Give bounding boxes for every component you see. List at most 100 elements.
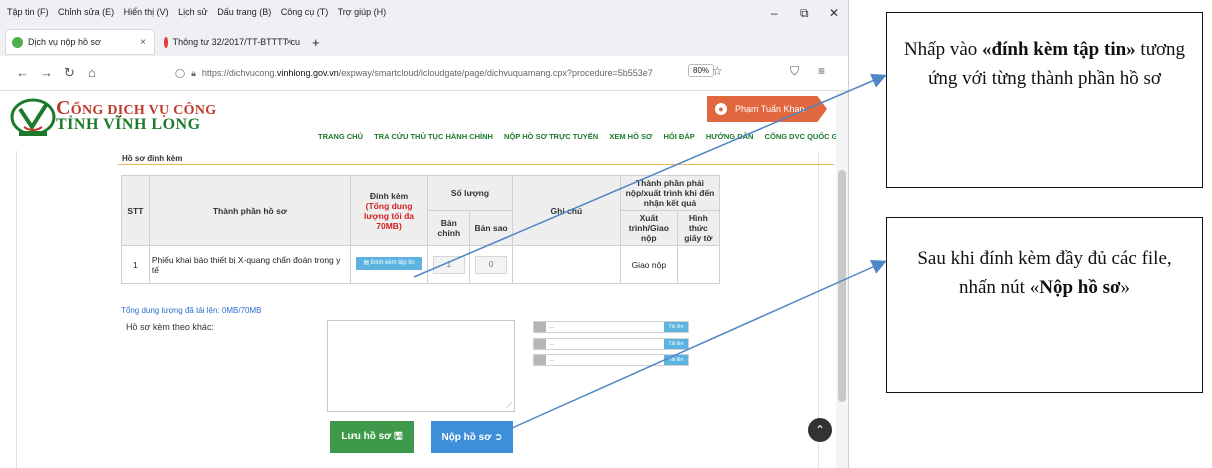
callout-text: Nhấp vào [903,39,983,60]
file-name-input[interactable]: ... [549,355,555,365]
col-attach-note: (Tổng dung lượng tối đa 70MB) [364,200,415,231]
nav-home[interactable]: TRANG CHỦ [318,132,363,141]
row-attach-cell: ▤ Đính kèm tệp tin [349,245,429,284]
zoom-level[interactable]: 80% [688,64,715,77]
tab-label: Thông tư 32/2017/TT-BTTTT cu [172,37,300,47]
attach-file-label: Đính kèm tệp tin [370,260,415,266]
upload-button[interactable]: Tải lên [664,355,688,365]
col-copy: Bản sao [469,210,513,246]
back-icon[interactable]: ← [16,65,29,80]
upload-button[interactable]: Tải lên [664,339,688,349]
url-path: /expway/smartcloud/icloudgate/page/dichv… [338,68,653,78]
menu-file[interactable]: Tập tin (F) [7,7,49,17]
row-present: Giao nộp [619,245,678,284]
row-component: Phiếu khai báo thiết bị X-quang chẩn đoá… [148,245,351,284]
tab-bar: Dịch vụ nộp hồ sơ × Thông tư 32/2017/TT-… [0,26,848,56]
close-window-icon[interactable]: ✕ [829,6,839,20]
tab-label: Dịch vụ nộp hồ sơ [28,37,101,47]
hamburger-menu-icon[interactable]: ≡ [818,64,825,78]
attachments-table: STT Thành phần hồ sơ Đính kèm (Tổng dung… [121,175,721,284]
row-note [511,245,621,284]
table-row: 1 Phiếu khai báo thiết bị X-quang chẩn đ… [121,245,721,284]
menu-help[interactable]: Trợ giúp (H) [338,7,387,17]
user-icon: ● [715,103,727,115]
nav-lookup[interactable]: TRA CỨU THỦ TỤC HÀNH CHÍNH [374,132,493,141]
tab-close-icon[interactable]: × [286,37,292,48]
url-domain: vinhlong.gov.vn [276,68,339,78]
user-name: Phạm Tuấn Khan [735,104,805,114]
row-copy-cell: 0 [469,245,513,284]
menu-edit[interactable]: Chỉnh sửa (E) [58,7,114,17]
nav-submit-online[interactable]: NỘP HỒ SƠ TRỰC TUYẾN [504,132,598,141]
url-prefix: https://dichvucong. [201,68,277,78]
nav-guide[interactable]: HƯỚNG DẪN [706,132,754,141]
callout-submit-instruction: Sau khi đính kèm đầy đủ các file, nhấn n… [886,217,1203,393]
new-tab-button[interactable]: + [306,30,326,54]
site-favicon-icon [12,36,23,48]
row-stt: 1 [121,245,150,284]
site-header: CỔNG DỊCH VỤ CÔNG TỈNH VĨNH LONG ● Phạm … [0,91,848,151]
row-form [676,245,721,284]
nav-bar: ← → ↻ ⌂ ◯ 🔒︎ https://dichvucong. vinhlong… [0,56,848,91]
menu-bar: Tập tin (F) Chỉnh sửa (E) Hiển thị (V) L… [0,0,848,26]
col-stt: STT [121,175,150,246]
attach-file-button[interactable]: ▤ Đính kèm tệp tin [356,257,423,270]
extra-file-row: ... Tải lên [533,338,689,350]
nav-national-portal[interactable]: CỔNG DVC QUỐC GIA [765,132,845,141]
browser-window: Tập tin (F) Chỉnh sửa (E) Hiển thị (V) L… [0,0,849,468]
other-docs-textarea[interactable]: ⟋ [327,320,515,412]
resize-handle-icon[interactable]: ⟋ [506,401,512,411]
original-quantity-input[interactable]: 1 [432,255,465,274]
tab-dich-vu[interactable]: Dịch vụ nộp hồ sơ × [6,30,154,54]
vinhlong-logo-icon[interactable] [10,97,56,137]
extra-file-row: ... Tải lên [533,321,689,333]
section-title: Hồ sơ đính kèm [122,154,183,163]
col-attach: Đính kèm (Tổng dung lượng tối đa 70MB) [349,175,429,246]
user-menu[interactable]: ● Phạm Tuấn Khan [707,96,827,122]
col-component: Thành phần hồ sơ [148,175,351,246]
callout-bold-text: Nộp hồ sơ [1039,277,1121,298]
menu-bookmarks[interactable]: Dấu trang (B) [217,7,271,17]
content-divider [16,151,17,468]
file-name-input[interactable]: ... [549,322,555,332]
file-name-input[interactable]: ... [549,339,555,349]
col-original: Bản chính [427,210,471,246]
nav-faq[interactable]: HỎI ĐÁP [663,132,694,141]
lock-icon: 🔒︎ [191,67,196,78]
col-present: Xuất trình/Giao nộp [619,210,678,246]
reload-icon[interactable]: ↻ [64,65,75,81]
extra-file-row: ... Tải lên [533,354,689,366]
col-note: Ghi chú [511,175,621,246]
file-icon [534,339,546,349]
pocket-icon[interactable]: ⛉ [790,64,799,79]
forward-icon[interactable]: → [40,65,53,80]
save-record-button[interactable]: Lưu hồ sơ 🖫 [330,421,414,453]
row-original-cell: 1 [427,245,471,284]
tab-thong-tu[interactable]: Thông tư 32/2017/TT-BTTTT cu × [158,30,300,54]
callout-bold-text: «đính kèm tập tin» [982,39,1136,60]
col-submit-group: Thành phần phải nộp/xuất trình khi đến n… [619,175,721,211]
upload-button[interactable]: Tải lên [664,322,688,332]
callout-text: » [1120,277,1131,298]
tab-close-icon[interactable]: × [140,37,146,48]
callout-attach-instruction: Nhấp vào «đính kèm tập tin» tương ứng vớ… [886,12,1203,188]
menu-tools[interactable]: Công cụ (T) [281,7,329,17]
total-uploaded-size: Tổng dung lượng đã tải lên: 0MB/70MB [121,306,262,315]
province-title: TỈNH VĨNH LONG [56,116,201,133]
menu-history[interactable]: Lịch sử [178,7,208,17]
submit-record-button[interactable]: Nộp hồ sơ ➲ [431,421,513,453]
other-docs-label: Hồ sơ kèm theo khác: [126,322,214,332]
section-divider [118,164,834,165]
copy-quantity-input[interactable]: 0 [475,255,508,274]
scroll-to-top-icon[interactable]: ⌃ [808,418,832,442]
menu-view[interactable]: Hiển thị (V) [124,7,169,17]
minimize-icon[interactable]: – [771,6,778,20]
main-nav: TRANG CHỦ TRA CỨU THỦ TỤC HÀNH CHÍNH NỘP… [318,132,848,141]
bookmark-star-icon[interactable]: ☆ [712,64,723,78]
col-form: Hình thức giấy tờ [676,210,721,246]
nav-view-records[interactable]: XEM HỒ SƠ [609,132,652,141]
home-icon[interactable]: ⌂ [88,65,96,80]
restore-icon[interactable]: ⧉ [800,6,809,21]
col-attach-label: Đính kèm [369,190,409,201]
scrollbar-thumb[interactable] [838,170,846,402]
